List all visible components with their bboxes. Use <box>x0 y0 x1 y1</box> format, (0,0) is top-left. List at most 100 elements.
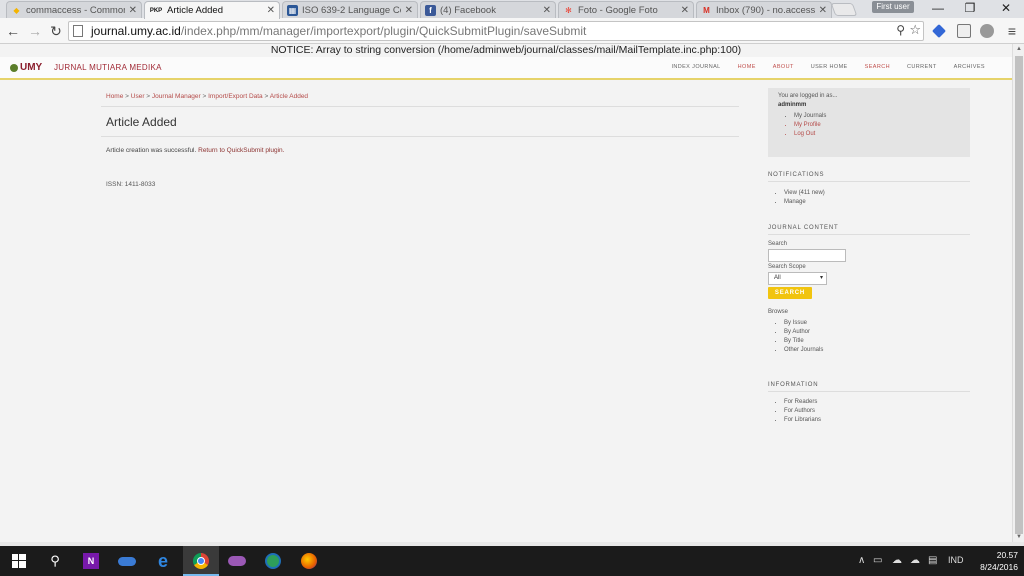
close-icon[interactable]: ✕ <box>267 5 275 16</box>
browse-by-issue-link[interactable]: By Issue <box>784 319 823 328</box>
breadcrumb-current[interactable]: Article Added <box>270 93 308 100</box>
menu-icon[interactable]: ≡ <box>1003 22 1021 40</box>
extension-shield-icon[interactable] <box>932 24 946 38</box>
nav-archives[interactable]: ARCHIVES <box>954 64 985 70</box>
search-icon[interactable]: ⚲ <box>44 550 66 572</box>
close-icon[interactable]: ✕ <box>819 5 827 16</box>
browser-toolbar: ← → ↻ journal.umy.ac.id /index.php/mm/ma… <box>0 18 1024 44</box>
earth-app-icon[interactable] <box>262 550 284 572</box>
clock[interactable]: 20.57 8/24/2016 <box>980 549 1018 573</box>
tab-title: commaccess - Common <box>26 4 125 16</box>
message-text: Article creation was successful. <box>106 147 197 154</box>
tab-strip: ◆ commaccess - Common ✕ PKP Article Adde… <box>0 0 1024 19</box>
scroll-up-icon[interactable]: ▲ <box>1013 44 1024 54</box>
tab-article-added[interactable]: PKP Article Added ✕ <box>144 1 280 19</box>
loc-icon: ▦ <box>287 4 298 16</box>
tab-facebook[interactable]: f (4) Facebook ✕ <box>420 1 556 18</box>
tab-title: Foto - Google Foto <box>578 4 658 16</box>
my-journals-link[interactable]: My Journals <box>794 112 960 121</box>
sync-tray-icon[interactable]: ☁ <box>910 555 920 566</box>
breadcrumb-journal-manager[interactable]: Journal Manager <box>152 93 201 100</box>
log-out-link[interactable]: Log Out <box>794 130 960 139</box>
restore-icon[interactable]: ❐ <box>952 1 988 15</box>
umy-logo[interactable]: UMY <box>10 62 42 73</box>
new-tab-button[interactable] <box>830 3 858 16</box>
search-scope-select[interactable]: All ▾ <box>768 272 827 285</box>
browse-links: By Issue By Author By Title Other Journa… <box>784 319 823 355</box>
language-indicator[interactable]: IND <box>948 555 964 565</box>
journal-content-heading: JOURNAL CONTENT <box>768 225 970 235</box>
extension-puzzle-icon[interactable] <box>980 24 994 38</box>
manage-notifications-link[interactable]: Manage <box>784 198 825 207</box>
for-readers-link[interactable]: For Readers <box>784 398 821 407</box>
for-librarians-link[interactable]: For Librarians <box>784 416 821 425</box>
breadcrumb-user[interactable]: User <box>131 93 145 100</box>
start-windows-icon[interactable] <box>8 550 30 572</box>
chrome-icon[interactable] <box>190 550 212 572</box>
extension-doc-icon[interactable] <box>957 24 971 38</box>
tab-inbox[interactable]: M Inbox (790) - no.access ✕ <box>696 1 832 18</box>
scroll-thumb[interactable] <box>1015 56 1023 534</box>
for-authors-link[interactable]: For Authors <box>784 407 821 416</box>
url-path: /index.php/mm/manager/importexport/plugi… <box>180 24 587 38</box>
search-scope-label: Search Scope <box>768 264 806 270</box>
profile-badge[interactable]: First user <box>872 1 914 13</box>
notification-links: View (411 new) Manage <box>784 189 825 207</box>
back-arrow-icon[interactable]: ← <box>4 22 22 40</box>
tab-iso-639[interactable]: ▦ ISO 639-2 Language Co ✕ <box>282 1 418 18</box>
reload-icon[interactable]: ↻ <box>47 22 65 40</box>
close-window-icon[interactable]: ✕ <box>988 1 1024 15</box>
address-bar[interactable]: journal.umy.ac.id /index.php/mm/manager/… <box>68 21 924 41</box>
close-icon[interactable]: ✕ <box>129 5 137 16</box>
divider <box>101 136 739 137</box>
search-button[interactable]: SEARCH <box>768 287 812 299</box>
scroll-down-icon[interactable]: ▼ <box>1013 532 1024 542</box>
breadcrumb-home[interactable]: Home <box>106 93 123 100</box>
view-notifications-link[interactable]: View (411 new) <box>784 189 825 198</box>
tab-commaccess[interactable]: ◆ commaccess - Common ✕ <box>6 1 142 18</box>
vertical-scrollbar[interactable]: ▲ ▼ <box>1012 44 1024 542</box>
edge-icon[interactable]: e <box>152 550 174 572</box>
search-label: Search <box>768 241 788 247</box>
php-notice: NOTICE: Array to string conversion (/hom… <box>270 44 742 56</box>
message-icon[interactable]: ▤ <box>928 555 937 566</box>
tab-google-foto[interactable]: ✻ Foto - Google Foto ✕ <box>558 1 694 18</box>
url-host: journal.umy.ac.id <box>91 24 181 38</box>
tab-title: ISO 639-2 Language Co <box>302 4 401 16</box>
journal-title[interactable]: JURNAL MUTIARA MEDIKA <box>54 63 162 72</box>
tray-chevron-icon[interactable]: ∧ <box>858 555 865 566</box>
close-icon[interactable]: ✕ <box>405 5 413 16</box>
other-journals-link[interactable]: Other Journals <box>784 346 823 355</box>
nav-search[interactable]: SEARCH <box>865 64 890 70</box>
onedrive-icon[interactable] <box>116 550 138 572</box>
nav-index-journal[interactable]: INDEX JOURNAL <box>671 64 720 70</box>
nav-user-home[interactable]: USER HOME <box>811 64 848 70</box>
nav-home[interactable]: HOME <box>738 64 756 70</box>
nav-about[interactable]: ABOUT <box>773 64 794 70</box>
my-profile-link[interactable]: My Profile <box>794 121 960 130</box>
search-input[interactable] <box>768 249 846 262</box>
breadcrumb: Home > User > Journal Manager > Import/E… <box>106 93 308 100</box>
minimize-icon[interactable]: — <box>920 1 956 15</box>
breadcrumb-import-export[interactable]: Import/Export Data <box>208 93 263 100</box>
close-icon[interactable]: ✕ <box>543 5 551 16</box>
network-icon[interactable]: ▭ <box>873 555 882 566</box>
forward-arrow-icon[interactable]: → <box>26 22 44 40</box>
chevron-down-icon: ▾ <box>819 275 823 281</box>
bookmark-star-icon[interactable]: ☆ <box>909 22 921 38</box>
return-link[interactable]: Return to QuickSubmit plugin. <box>198 147 284 154</box>
browse-by-author-link[interactable]: By Author <box>784 328 823 337</box>
close-icon[interactable]: ✕ <box>681 5 689 16</box>
firefox-icon[interactable] <box>298 550 320 572</box>
drive-icon: ◆ <box>13 5 20 15</box>
tab-title: Inbox (790) - no.access <box>716 4 815 16</box>
page-title: Article Added <box>106 115 177 129</box>
cloud-tray-icon[interactable]: ☁ <box>892 555 902 566</box>
browse-label: Browse <box>768 309 789 315</box>
onenote-icon[interactable]: N <box>80 550 102 572</box>
clock-time: 20.57 <box>996 550 1018 560</box>
zoom-icon[interactable]: ⚲ <box>896 23 905 37</box>
cloud-app-icon[interactable] <box>226 550 248 572</box>
browse-by-title-link[interactable]: By Title <box>784 337 823 346</box>
nav-current[interactable]: CURRENT <box>907 64 937 70</box>
